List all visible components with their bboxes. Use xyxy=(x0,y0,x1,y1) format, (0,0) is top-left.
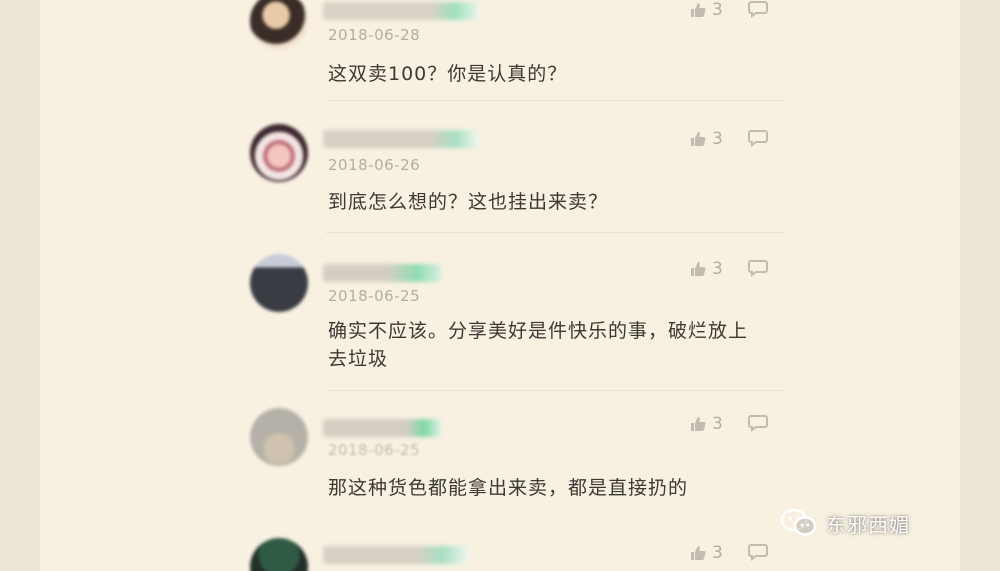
like-count: 3 xyxy=(712,414,723,434)
comment-bubble-icon xyxy=(748,415,768,432)
comment-text: 到底怎么想的？这也挂出来卖？ xyxy=(328,191,609,213)
reply-button[interactable] xyxy=(748,129,768,151)
comment-list: 2018-06-28 这双卖100？你是认真的？ 3 2018-06-26 到底… xyxy=(40,0,960,571)
comment-text: 确实不应该。分享美好是件快乐的事，破烂放上去垃圾 xyxy=(328,320,749,370)
like-button[interactable]: 3 xyxy=(689,129,723,149)
reply-button[interactable] xyxy=(748,543,768,565)
reply-button[interactable] xyxy=(748,0,768,22)
avatar[interactable] xyxy=(250,124,308,182)
avatar[interactable] xyxy=(250,408,308,466)
divider xyxy=(326,232,784,233)
comment-bubble-icon xyxy=(748,260,768,277)
like-count: 3 xyxy=(712,259,723,279)
divider xyxy=(326,390,784,391)
comment-date: 2018-06-28 xyxy=(328,26,421,44)
like-button[interactable]: 3 xyxy=(689,0,723,20)
username-blurred[interactable] xyxy=(323,2,478,20)
watermark: 东邪西媚 xyxy=(780,508,910,538)
username-blurred[interactable] xyxy=(323,130,478,148)
avatar[interactable] xyxy=(250,254,308,312)
like-button[interactable]: 3 xyxy=(689,543,723,563)
divider xyxy=(326,100,784,101)
like-count: 3 xyxy=(712,0,723,20)
reply-button[interactable] xyxy=(748,259,768,281)
comment-bubble-icon xyxy=(748,130,768,147)
comment-date: 2018-06-25 xyxy=(328,287,421,305)
avatar[interactable] xyxy=(250,0,308,50)
thumbs-up-icon xyxy=(691,546,706,560)
like-count: 3 xyxy=(712,543,723,563)
username-blurred[interactable] xyxy=(323,264,441,282)
wechat-icon xyxy=(780,508,817,536)
reply-button[interactable] xyxy=(748,414,768,436)
comment-date: 2018-06-25 xyxy=(328,441,421,459)
like-count: 3 xyxy=(712,129,723,149)
thumbs-up-icon xyxy=(691,3,706,17)
screenshot: 2018-06-28 这双卖100？你是认真的？ 3 2018-06-26 到底… xyxy=(0,0,1000,571)
like-button[interactable]: 3 xyxy=(689,259,723,279)
watermark-text: 东邪西媚 xyxy=(826,512,910,537)
comment-text: 那这种货色都能拿出来卖，都是直接扔的 xyxy=(328,477,689,499)
username-blurred[interactable] xyxy=(323,419,441,437)
thumbs-up-icon xyxy=(691,262,706,276)
comment-date: 2018-06-26 xyxy=(328,156,421,174)
comment-bubble-icon xyxy=(748,1,768,18)
username-blurred[interactable] xyxy=(323,546,468,564)
like-button[interactable]: 3 xyxy=(689,414,723,434)
thumbs-up-icon xyxy=(691,417,706,431)
avatar[interactable] xyxy=(250,538,308,571)
comment-bubble-icon xyxy=(748,544,768,561)
thumbs-up-icon xyxy=(691,132,706,146)
comment-text: 这双卖100？你是认真的？ xyxy=(328,63,568,85)
